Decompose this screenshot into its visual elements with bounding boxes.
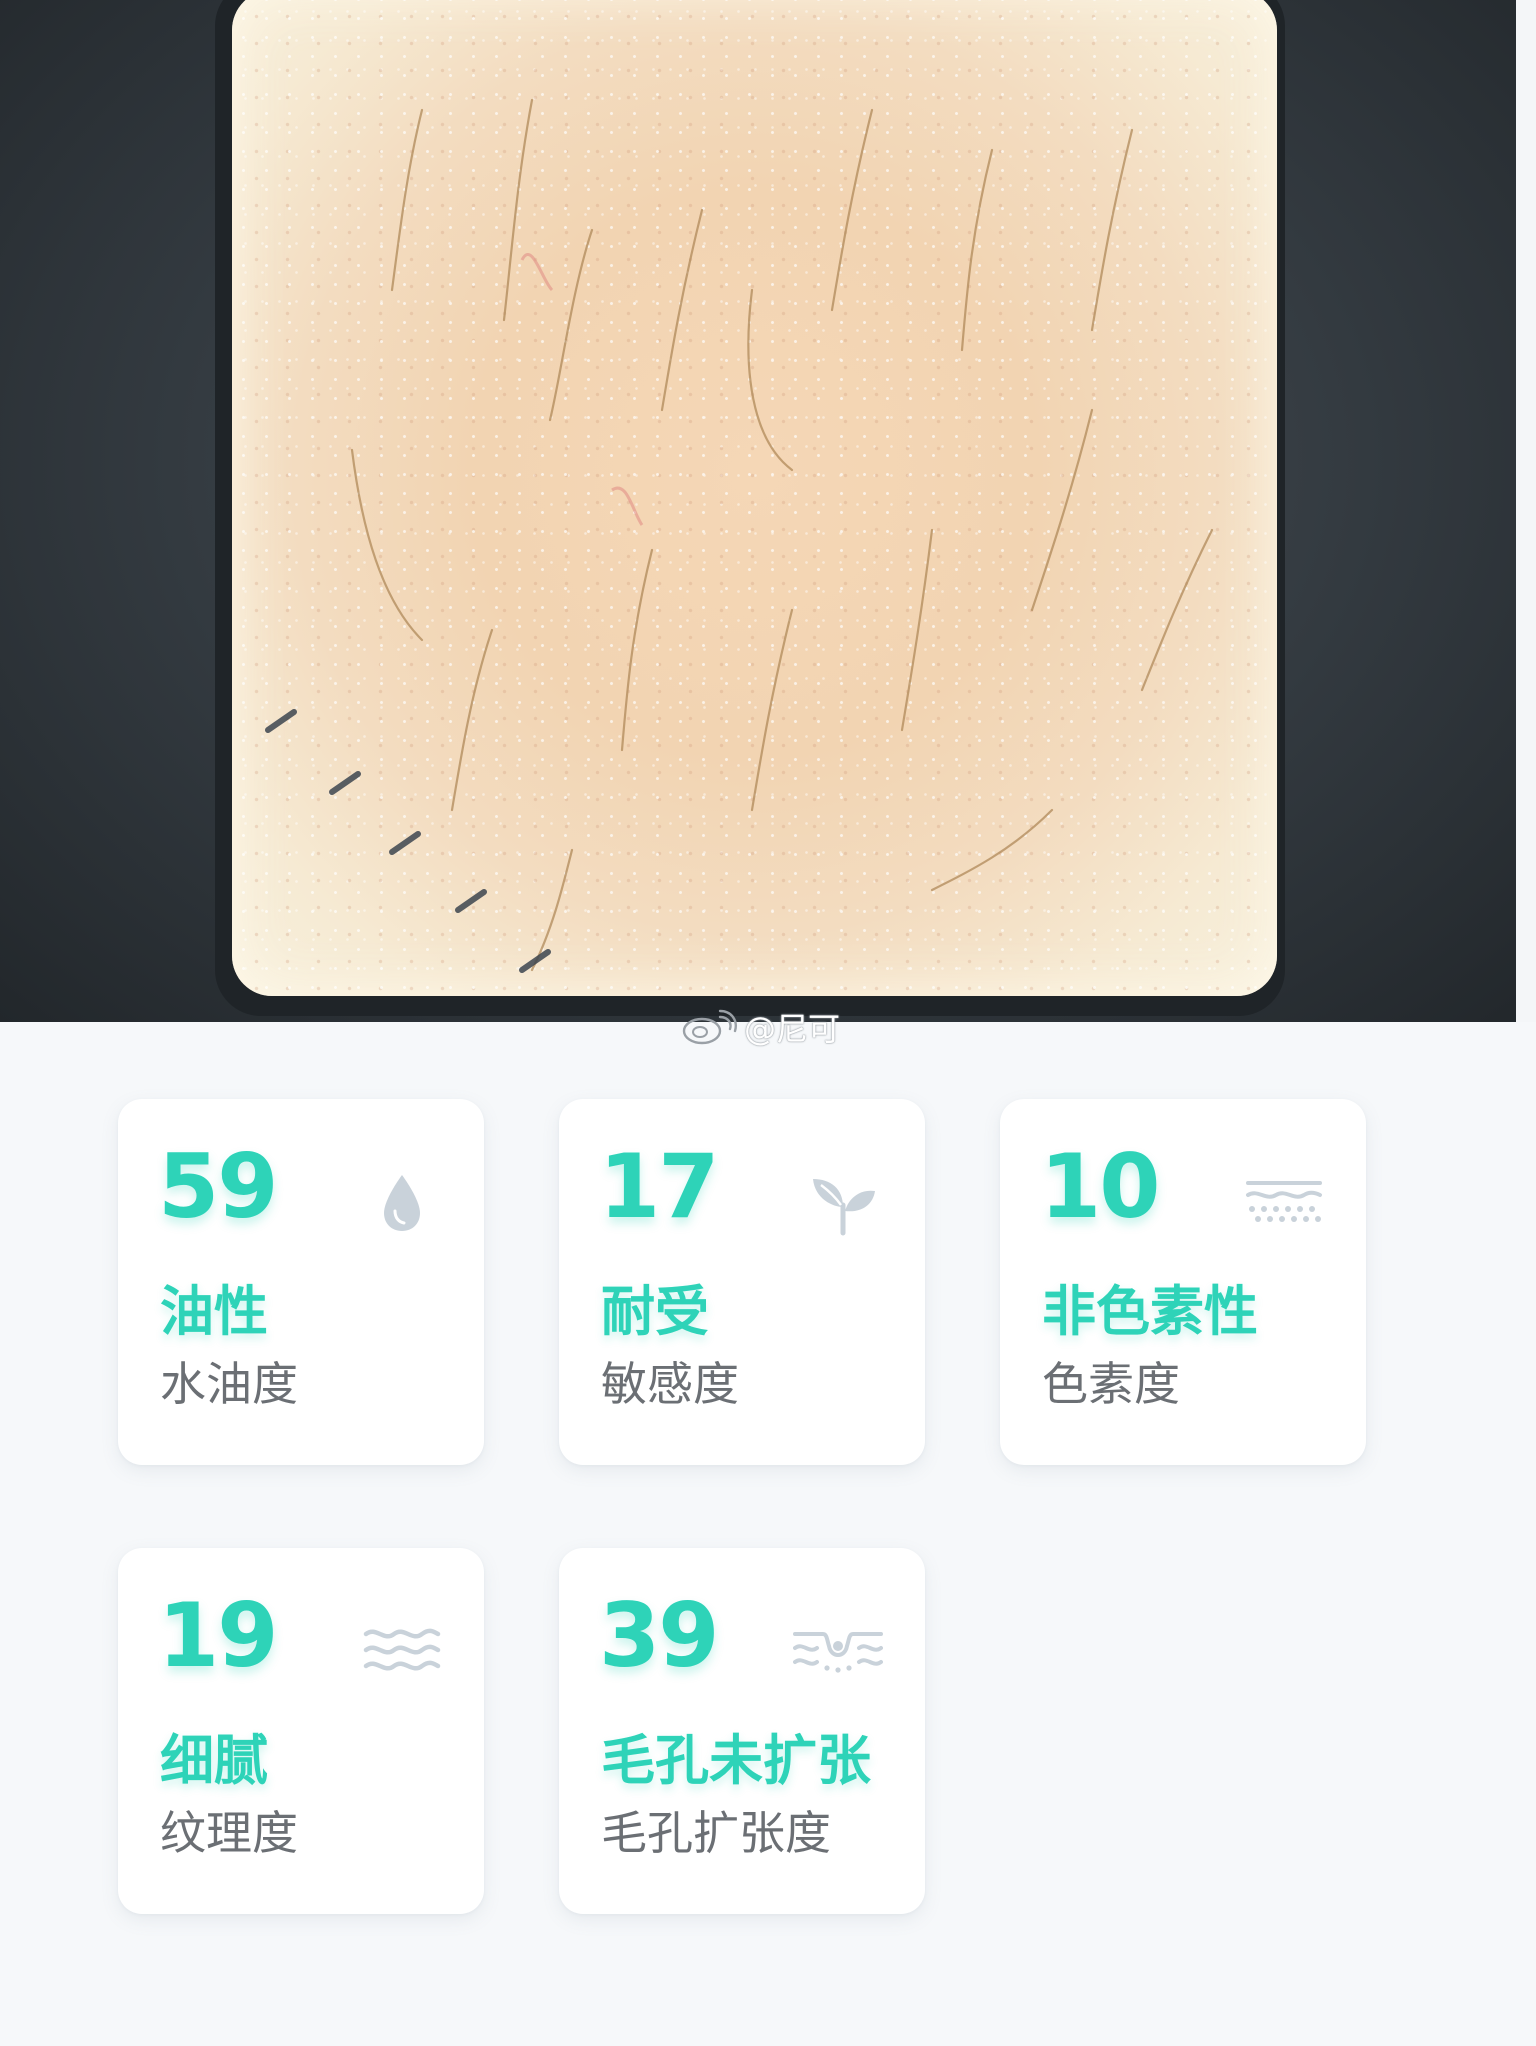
metric-level: 耐受: [601, 1280, 709, 1343]
metric-score: 19: [158, 1584, 278, 1687]
metric-name: 纹理度: [160, 1806, 298, 1860]
metric-score: 10: [1040, 1135, 1160, 1238]
metric-score: 59: [158, 1135, 278, 1238]
metric-name: 毛孔扩张度: [601, 1806, 831, 1860]
metric-card-texture[interactable]: 19 细腻 纹理度: [118, 1548, 484, 1914]
leaf-sprout-icon: [813, 1179, 875, 1236]
metric-score: 17: [599, 1135, 719, 1238]
metric-level: 油性: [160, 1280, 268, 1343]
pigment-layers-icon: [1246, 1181, 1322, 1222]
metric-card-pore[interactable]: 39 毛孔未扩张 毛孔扩张度: [559, 1548, 925, 1914]
watermark: @尼可: [680, 1004, 840, 1050]
metric-level: 细腻: [160, 1729, 268, 1792]
texture-waves-icon: [363, 1628, 441, 1671]
metric-card-pigment[interactable]: 10 非色素性 色素度: [1000, 1099, 1366, 1465]
metric-card-oil[interactable]: 59 油性 水油度: [118, 1099, 484, 1465]
metric-level: 非色素性: [1042, 1280, 1258, 1343]
metric-name: 色素度: [1042, 1357, 1180, 1411]
watermark-text: @尼可: [744, 1010, 841, 1048]
metric-card-sensitivity[interactable]: 17 耐受 敏感度: [559, 1099, 925, 1465]
skin-closeup-photo: [0, 0, 1536, 1022]
hair-strands: [265, 98, 1214, 973]
weibo-icon: [682, 1009, 737, 1045]
metric-level: 毛孔未扩张: [601, 1729, 871, 1792]
metric-score: 39: [599, 1584, 719, 1687]
pore-icon: [793, 1632, 883, 1673]
water-drop-icon: [384, 1175, 420, 1231]
metric-name: 敏感度: [601, 1357, 739, 1411]
skin-sample-image: [232, 0, 1277, 996]
metric-name: 水油度: [160, 1357, 298, 1411]
